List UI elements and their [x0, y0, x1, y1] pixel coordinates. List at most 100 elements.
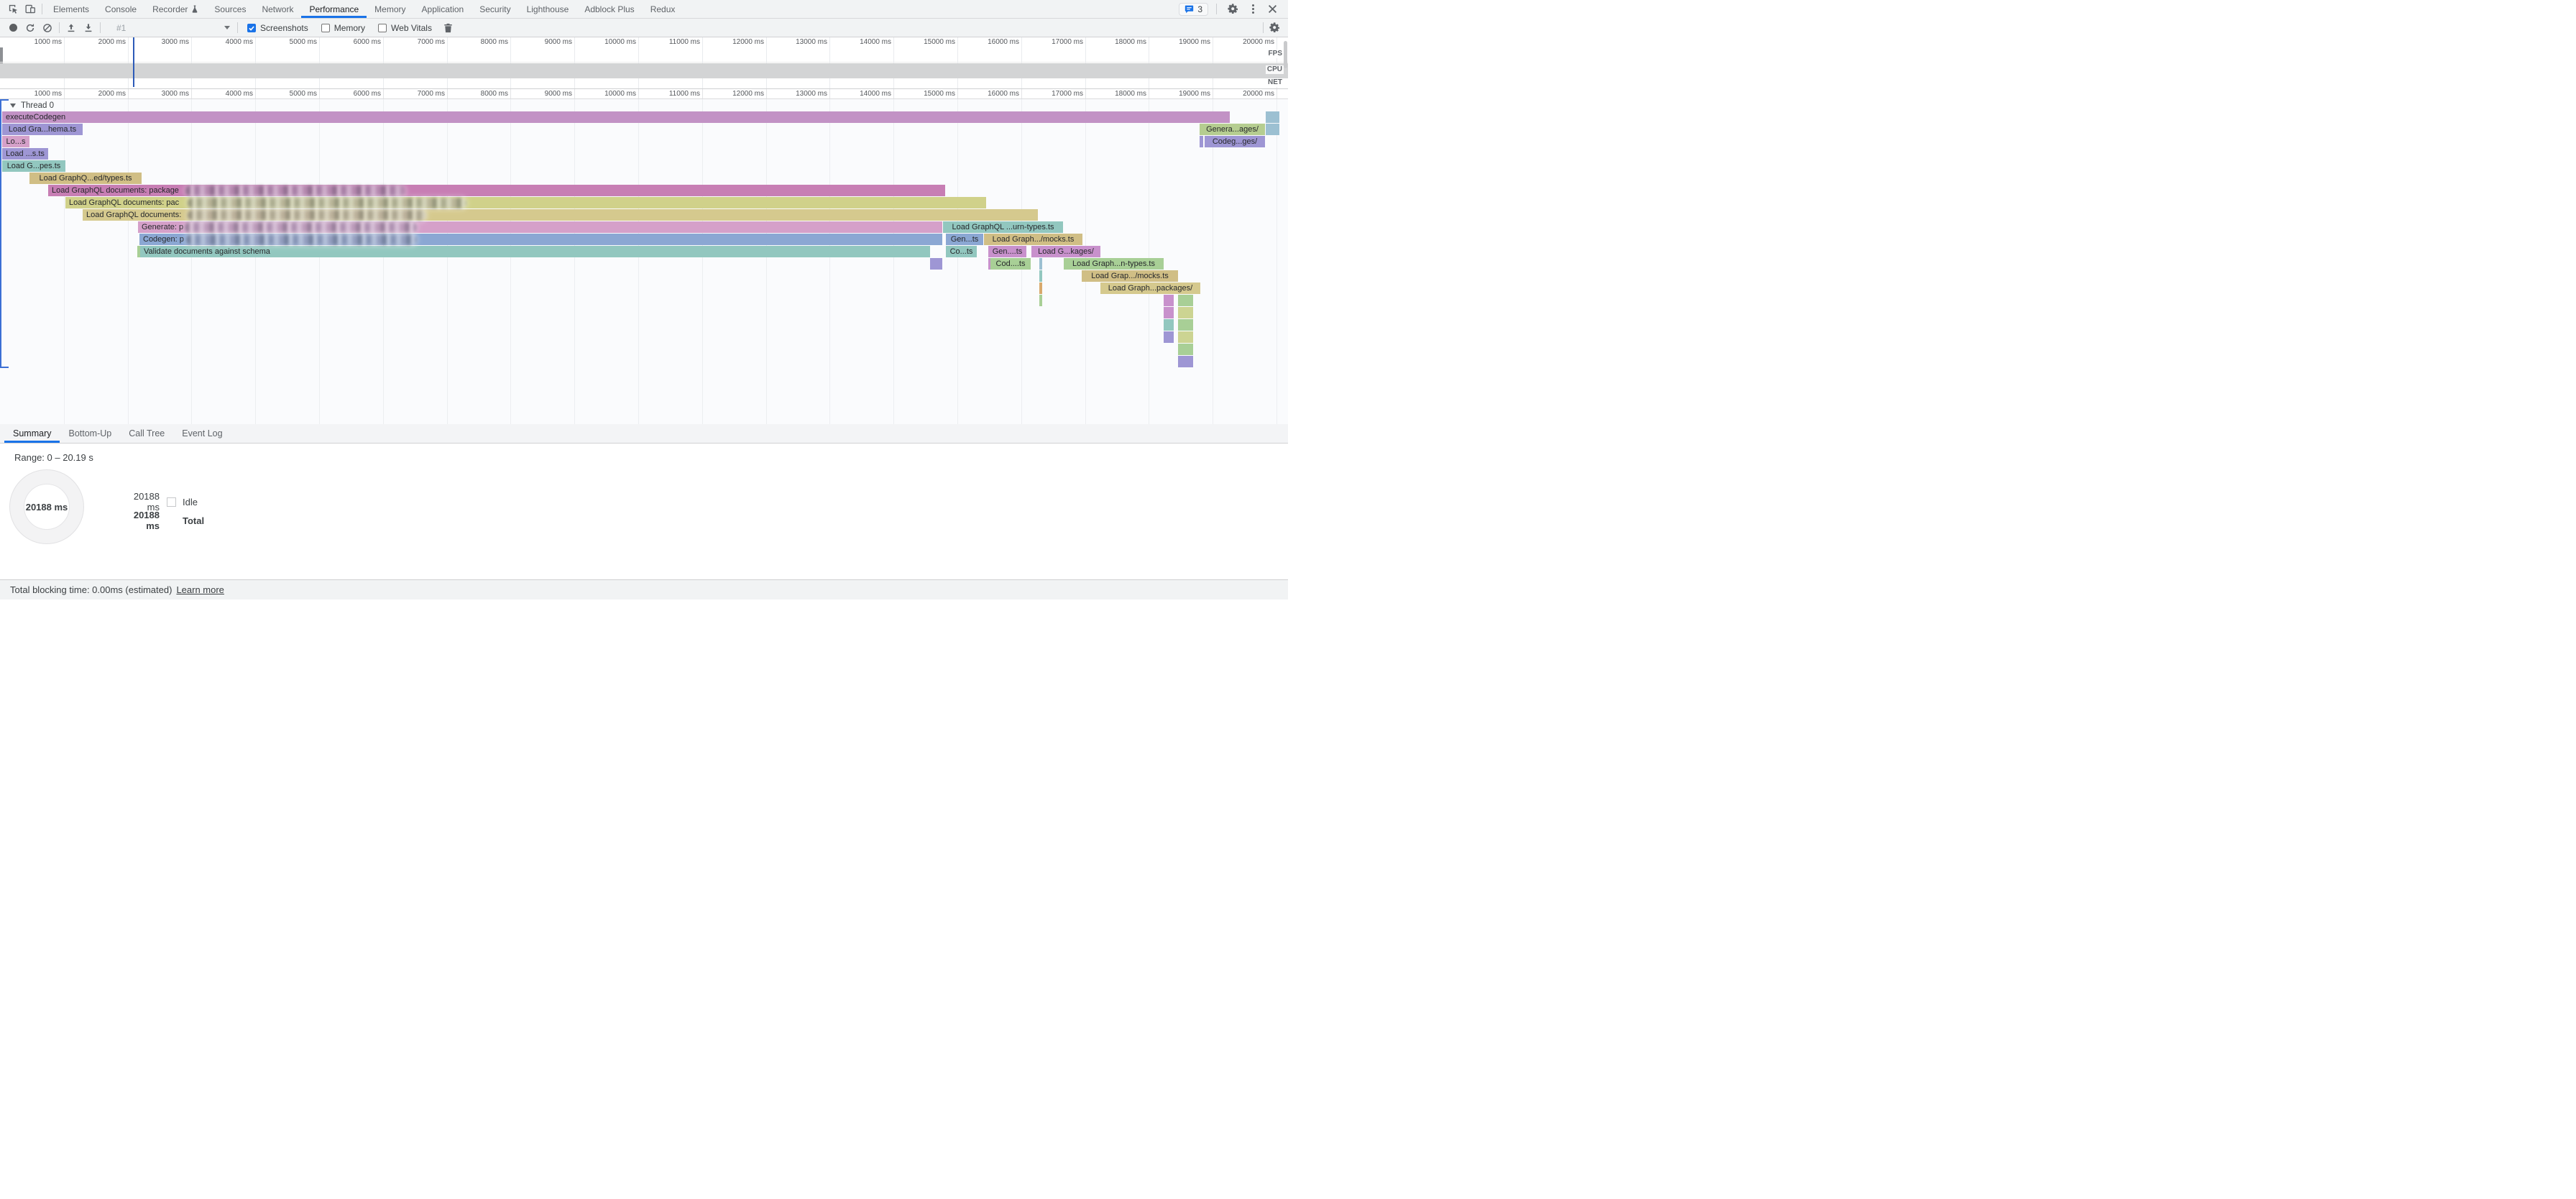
- tab-application[interactable]: Application: [414, 0, 472, 18]
- flame-block[interactable]: [1164, 319, 1174, 331]
- flame-bar[interactable]: Load Graph...packages/: [1100, 282, 1200, 294]
- tab-memory[interactable]: Memory: [367, 0, 413, 18]
- clear-icon[interactable]: [39, 20, 56, 36]
- statusbar: Total blocking time: 0.00ms (estimated) …: [0, 579, 1288, 600]
- thread-header[interactable]: Thread 0: [10, 99, 54, 111]
- flame-block[interactable]: [1200, 136, 1203, 147]
- tab-network[interactable]: Network: [254, 0, 301, 18]
- flame-bar[interactable]: Gen....ts: [988, 246, 1026, 257]
- ruler-tick-label: 17000 ms: [1020, 90, 1083, 98]
- trash-icon[interactable]: [440, 20, 457, 36]
- tab-label: Elements: [53, 4, 89, 14]
- gridline: [893, 99, 894, 424]
- flame-block[interactable]: [1178, 319, 1193, 331]
- capture-settings-gear-icon[interactable]: [1266, 20, 1284, 36]
- tab-recorder[interactable]: Recorder: [144, 0, 206, 18]
- flame-block[interactable]: [930, 258, 942, 270]
- flame-bar[interactable]: Load Graph.../mocks.ts: [984, 234, 1082, 245]
- settings-gear-icon[interactable]: [1225, 1, 1242, 18]
- save-profile-icon[interactable]: [80, 20, 97, 36]
- tab-redux[interactable]: Redux: [643, 0, 684, 18]
- flame-block[interactable]: [1164, 295, 1174, 306]
- ruler-tick-label: 11000 ms: [637, 90, 700, 98]
- tab-call-tree[interactable]: Call Tree: [120, 424, 173, 443]
- flame-block[interactable]: [1178, 307, 1193, 318]
- flame-bar[interactable]: Load G...kages/: [1031, 246, 1100, 257]
- load-profile-icon[interactable]: [63, 20, 80, 36]
- flame-bar[interactable]: Gen...ts: [946, 234, 983, 245]
- checkbox-label: Web Vitals: [391, 23, 432, 33]
- flame-block[interactable]: [1039, 258, 1042, 270]
- ruler-tick-label: 8000 ms: [445, 90, 508, 98]
- timeline-overview[interactable]: 1000 ms2000 ms3000 ms4000 ms5000 ms6000 …: [0, 37, 1288, 89]
- tab-console[interactable]: Console: [97, 0, 144, 18]
- tab-bottom-up[interactable]: Bottom-Up: [60, 424, 120, 443]
- flame-bar[interactable]: Load ...s.ts: [2, 148, 48, 160]
- tab-lighthouse[interactable]: Lighthouse: [519, 0, 577, 18]
- flame-block[interactable]: [1178, 344, 1193, 355]
- flame-bar[interactable]: Cod....ts: [990, 258, 1031, 270]
- issues-badge[interactable]: 3: [1179, 3, 1208, 16]
- close-icon[interactable]: [1264, 1, 1281, 18]
- check-icon: [248, 24, 255, 32]
- tab-event-log[interactable]: Event Log: [173, 424, 231, 443]
- tab-label: Sources: [214, 4, 246, 14]
- more-options-icon[interactable]: [1247, 1, 1259, 18]
- tab-adblock-plus[interactable]: Adblock Plus: [576, 0, 642, 18]
- flame-block[interactable]: [1178, 331, 1193, 343]
- flamechart[interactable]: Thread 0 executeCodegenLoad Gra...hema.t…: [0, 99, 1288, 424]
- flame-bar[interactable]: Genera...ages/: [1200, 124, 1265, 135]
- legend-row: 20188 msTotal: [119, 511, 204, 530]
- tab-label: Adblock Plus: [584, 4, 634, 14]
- flame-bar[interactable]: Codeg...ges/: [1205, 136, 1265, 147]
- flame-bar[interactable]: Co...ts: [946, 246, 977, 257]
- flame-block[interactable]: [1039, 270, 1042, 282]
- overview-cursor-line[interactable]: [133, 37, 134, 87]
- tab-label: Security: [479, 4, 510, 14]
- tab-label: Application: [422, 4, 464, 14]
- tab-elements[interactable]: Elements: [45, 0, 97, 18]
- checkbox-memory[interactable]: Memory: [321, 23, 365, 33]
- flame-block[interactable]: [1178, 295, 1193, 306]
- reload-and-record-icon[interactable]: [22, 20, 39, 36]
- flame-bar[interactable]: Lo...s: [2, 136, 29, 147]
- ruler-tick-label: 2000 ms: [63, 90, 126, 98]
- checkbox-checked-icon[interactable]: [247, 24, 256, 32]
- flame-bar[interactable]: executeCodegen: [2, 111, 1230, 123]
- checkbox-unchecked-icon[interactable]: [378, 24, 387, 32]
- details-tabbar: SummaryBottom-UpCall TreeEvent Log: [0, 424, 1288, 444]
- history-select[interactable]: #1: [106, 21, 234, 35]
- gridline: [702, 99, 703, 424]
- flame-block[interactable]: [1266, 111, 1279, 123]
- flame-bar[interactable]: Load Grap.../mocks.ts: [1082, 270, 1178, 282]
- device-toolbar-icon[interactable]: [22, 1, 39, 18]
- thread-label: Thread 0: [21, 101, 54, 110]
- flame-bar[interactable]: Validate documents against schema: [140, 246, 930, 257]
- flame-block[interactable]: [1164, 307, 1174, 318]
- checkbox-screenshots[interactable]: Screenshots: [247, 23, 308, 33]
- tab-sources[interactable]: Sources: [206, 0, 254, 18]
- flame-block[interactable]: [1039, 295, 1042, 306]
- inspect-element-icon[interactable]: [4, 1, 22, 18]
- flame-block[interactable]: [1178, 356, 1193, 367]
- overview-scrollbar-thumb[interactable]: [1284, 41, 1287, 68]
- tabbar-right-controls: 3: [1179, 1, 1288, 18]
- checkbox-web-vitals[interactable]: Web Vitals: [378, 23, 432, 33]
- flame-bar[interactable]: Load Graph...n-types.ts: [1064, 258, 1164, 270]
- flame-bar[interactable]: Load Gra...hema.ts: [2, 124, 83, 135]
- tab-summary[interactable]: Summary: [4, 424, 60, 443]
- overview-tick-label: 2000 ms: [63, 38, 126, 46]
- checkbox-unchecked-icon[interactable]: [321, 24, 330, 32]
- flame-block[interactable]: [1164, 331, 1174, 343]
- flame-block[interactable]: [1039, 282, 1042, 294]
- flame-bar[interactable]: Load GraphQ...ed/types.ts: [29, 173, 142, 184]
- tab-security[interactable]: Security: [472, 0, 518, 18]
- flame-block[interactable]: [1266, 124, 1279, 135]
- flame-bar[interactable]: Load GraphQL documents: package: [48, 185, 945, 196]
- flame-bar[interactable]: Load GraphQL ...urn-types.ts: [943, 221, 1063, 233]
- flame-bar[interactable]: Load G...pes.ts: [2, 160, 65, 172]
- net-lane-label: NET: [1266, 78, 1284, 87]
- learn-more-link[interactable]: Learn more: [176, 584, 224, 595]
- record-icon[interactable]: [4, 20, 22, 36]
- tab-performance[interactable]: Performance: [301, 0, 367, 18]
